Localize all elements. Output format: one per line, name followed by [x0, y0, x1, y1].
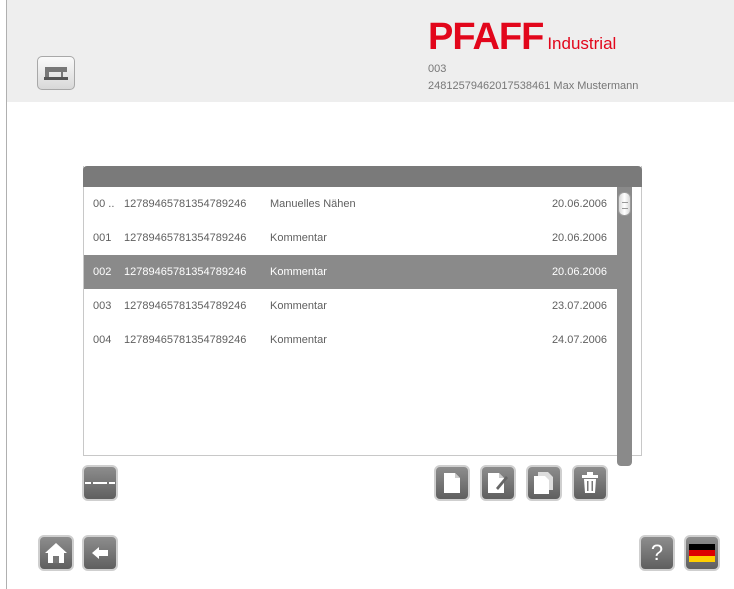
row-id: 12789465781354789246: [124, 266, 247, 278]
row-number: 003: [93, 300, 112, 312]
back-button[interactable]: [82, 535, 118, 571]
language-button[interactable]: [684, 535, 720, 571]
line-button[interactable]: [82, 465, 118, 501]
list-row-1[interactable]: 001 12789465781354789246 Kommentar 20.06…: [84, 221, 617, 255]
new-program-button[interactable]: [434, 465, 470, 501]
row-date: 23.07.2006: [551, 300, 607, 312]
sewing-machine-icon: [44, 67, 68, 80]
list-row-0[interactable]: 00 .. 12789465781354789246 Manuelles Näh…: [84, 187, 617, 221]
home-icon: [45, 543, 67, 563]
copy-program-button[interactable]: [526, 465, 562, 501]
row-date: 20.06.2006: [551, 232, 607, 244]
copy-document-icon: [534, 472, 553, 494]
arrow-left-icon: [92, 547, 108, 559]
row-date: 24.07.2006: [551, 334, 607, 346]
edit-program-button[interactable]: [480, 465, 516, 501]
row-comment: Manuelles Nähen: [270, 198, 356, 210]
row-date: 20.06.2006: [551, 198, 607, 210]
row-number: 001: [93, 232, 112, 244]
program-list-header: [83, 166, 642, 187]
row-id: 12789465781354789246: [124, 334, 247, 346]
row-comment: Kommentar: [270, 232, 327, 244]
list-row-4[interactable]: 004 12789465781354789246 Kommentar 24.07…: [84, 323, 617, 357]
program-code: 003: [428, 63, 447, 75]
row-date: 20.06.2006: [551, 266, 607, 278]
row-comment: Kommentar: [270, 266, 327, 278]
row-number: 002: [93, 266, 112, 278]
row-id: 12789465781354789246: [124, 232, 247, 244]
logo-suffix: Industrial: [547, 34, 617, 53]
list-row-2[interactable]: 002 12789465781354789246 Kommentar 20.06…: [84, 255, 617, 289]
row-id: 12789465781354789246: [124, 300, 247, 312]
logo-brand: PFAFF: [428, 16, 544, 58]
new-document-icon: [444, 473, 460, 493]
machine-button[interactable]: [37, 56, 75, 90]
trash-icon: [582, 472, 598, 493]
row-number: 00 ..: [93, 198, 115, 210]
user-info: 24812579462017538461 Max Mustermann: [428, 80, 639, 92]
help-button[interactable]: ?: [639, 535, 675, 571]
row-number: 004: [93, 334, 112, 346]
help-label: ?: [650, 540, 664, 565]
row-comment: Kommentar: [270, 334, 327, 346]
dashed-line-icon: [85, 482, 115, 484]
list-scrollbar[interactable]: [617, 187, 632, 466]
list-row-3[interactable]: 003 12789465781354789246 Kommentar 23.07…: [84, 289, 617, 323]
delete-program-button[interactable]: [572, 465, 608, 501]
pfaff-logo: PFAFF Industrial: [428, 16, 616, 59]
german-flag-icon: [689, 544, 715, 562]
home-button[interactable]: [38, 535, 74, 571]
edit-document-icon: [488, 473, 508, 493]
scrollbar-thumb[interactable]: [618, 192, 631, 216]
program-list: 00 .. 12789465781354789246 Manuelles Näh…: [84, 187, 617, 455]
row-comment: Kommentar: [270, 300, 327, 312]
row-id: 12789465781354789246: [124, 198, 247, 210]
header-bar: PFAFF Industrial 003 24812579462017538461…: [7, 0, 734, 102]
